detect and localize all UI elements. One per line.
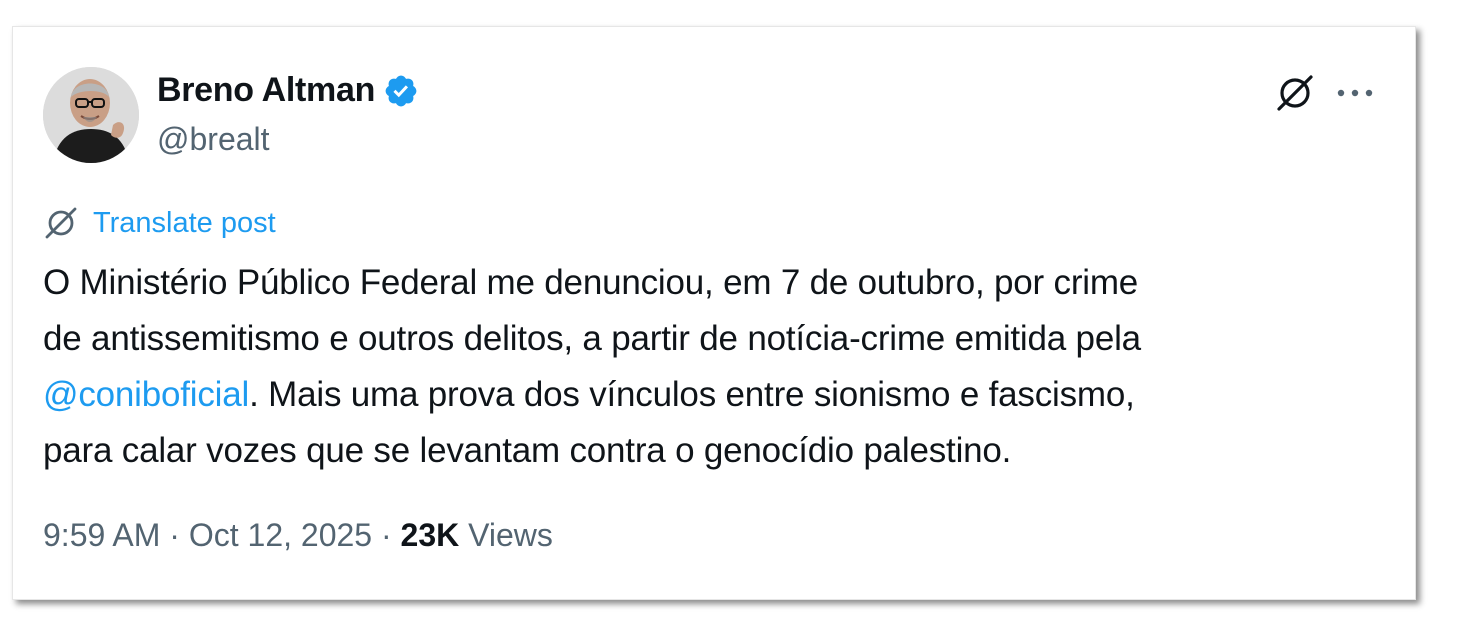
more-horizontal-icon	[1337, 89, 1373, 97]
post-text-line: @coniboficial. Mais uma prova dos víncul…	[43, 367, 1393, 423]
more-options-button[interactable]	[1329, 69, 1381, 117]
post-text: O Ministério Público Federal me denuncio…	[43, 255, 1393, 479]
author-handle[interactable]: @brealt	[157, 121, 270, 158]
translate-icon	[1277, 75, 1313, 111]
translate-icon	[45, 207, 77, 239]
views-count[interactable]: 23K	[401, 517, 460, 553]
author-name[interactable]: Breno Altman	[157, 71, 375, 110]
post-text-line: de antissemitismo e outros delitos, a pa…	[43, 319, 1141, 358]
post-date[interactable]: Oct 12, 2025	[189, 517, 372, 553]
avatar-photo	[43, 67, 139, 163]
views-label: Views	[468, 517, 553, 553]
translate-post-label: Translate post	[93, 206, 276, 239]
avatar[interactable]	[43, 67, 139, 163]
meta-separator: ·	[160, 517, 189, 553]
translate-post-link[interactable]: Translate post	[43, 205, 276, 241]
verified-badge-icon[interactable]	[383, 73, 419, 109]
post-text-line: O Ministério Público Federal me denuncio…	[43, 263, 1139, 302]
mention-link[interactable]: @coniboficial	[43, 375, 249, 414]
post-text-segment: . Mais uma prova dos vínculos entre sion…	[249, 375, 1135, 414]
author-row: Breno Altman	[157, 71, 419, 110]
post-text-line: para calar vozes que se levantam contra …	[43, 431, 1012, 470]
post-meta: 9:59 AM · Oct 12, 2025 · 23K Views	[43, 517, 553, 554]
meta-separator: ·	[372, 517, 401, 553]
translate-button[interactable]	[1271, 69, 1319, 117]
tweet-card: Breno Altman @brealt Translate post O Mi…	[12, 26, 1416, 600]
post-time[interactable]: 9:59 AM	[43, 517, 160, 553]
